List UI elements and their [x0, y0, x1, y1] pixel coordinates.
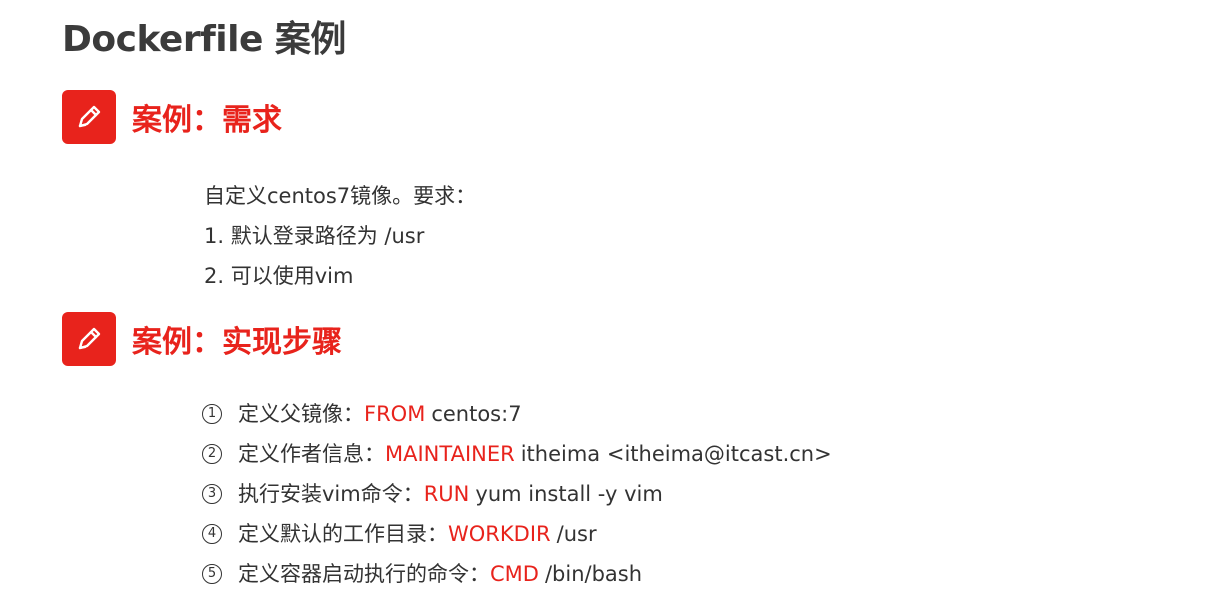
- step-number: 3: [202, 484, 222, 504]
- step-value: centos:7: [431, 402, 522, 426]
- step-keyword: FROM: [364, 402, 426, 426]
- step-number: 4: [202, 524, 222, 544]
- step-value: yum install -y vim: [475, 482, 663, 506]
- step-item: 5 定义容器启动执行的命令： CMD /bin/bash: [200, 554, 832, 594]
- step-keyword: RUN: [423, 482, 470, 506]
- pencil-icon: [62, 90, 116, 144]
- section-label-requirements: 案例：需求: [132, 103, 282, 138]
- step-keyword: WORKDIR: [448, 522, 551, 546]
- step-number: 2: [202, 444, 222, 464]
- requirements-block: 自定义centos7镜像。要求： 1. 默认登录路径为 /usr 2. 可以使用…: [204, 176, 476, 296]
- step-description: 定义作者信息：: [238, 442, 385, 466]
- step-value: /usr: [556, 522, 597, 546]
- step-keyword: CMD: [490, 562, 539, 586]
- section-steps-header: 案例：实现步骤: [62, 312, 342, 366]
- step-number: 5: [202, 564, 222, 584]
- requirement-item: 2. 可以使用vim: [204, 264, 354, 288]
- requirements-intro: 自定义centos7镜像。要求：: [204, 184, 477, 208]
- step-value: /bin/bash: [544, 562, 643, 586]
- step-keyword: MAINTAINER: [385, 442, 515, 466]
- page-title: Dockerfile 案例: [62, 19, 346, 60]
- step-item: 3 执行安装vim命令： RUN yum install -y vim: [200, 474, 832, 514]
- step-item: 2 定义作者信息： MAINTAINER itheima <itheima@it…: [200, 434, 832, 474]
- pencil-icon: [62, 312, 116, 366]
- step-value: itheima <itheima@itcast.cn>: [520, 442, 832, 466]
- steps-list: 1 定义父镜像： FROM centos:7 2 定义作者信息： MAINTAI…: [200, 394, 832, 594]
- step-description: 定义容器启动执行的命令：: [238, 562, 490, 586]
- section-requirements-header: 案例：需求: [62, 90, 282, 144]
- step-description: 定义父镜像：: [238, 402, 364, 426]
- step-item: 4 定义默认的工作目录： WORKDIR /usr: [200, 514, 832, 554]
- requirement-item: 1. 默认登录路径为 /usr: [204, 224, 425, 248]
- step-number: 1: [202, 404, 222, 424]
- step-description: 定义默认的工作目录：: [238, 522, 448, 546]
- step-description: 执行安装vim命令：: [238, 482, 424, 506]
- section-label-steps: 案例：实现步骤: [132, 325, 342, 360]
- step-item: 1 定义父镜像： FROM centos:7: [200, 394, 832, 434]
